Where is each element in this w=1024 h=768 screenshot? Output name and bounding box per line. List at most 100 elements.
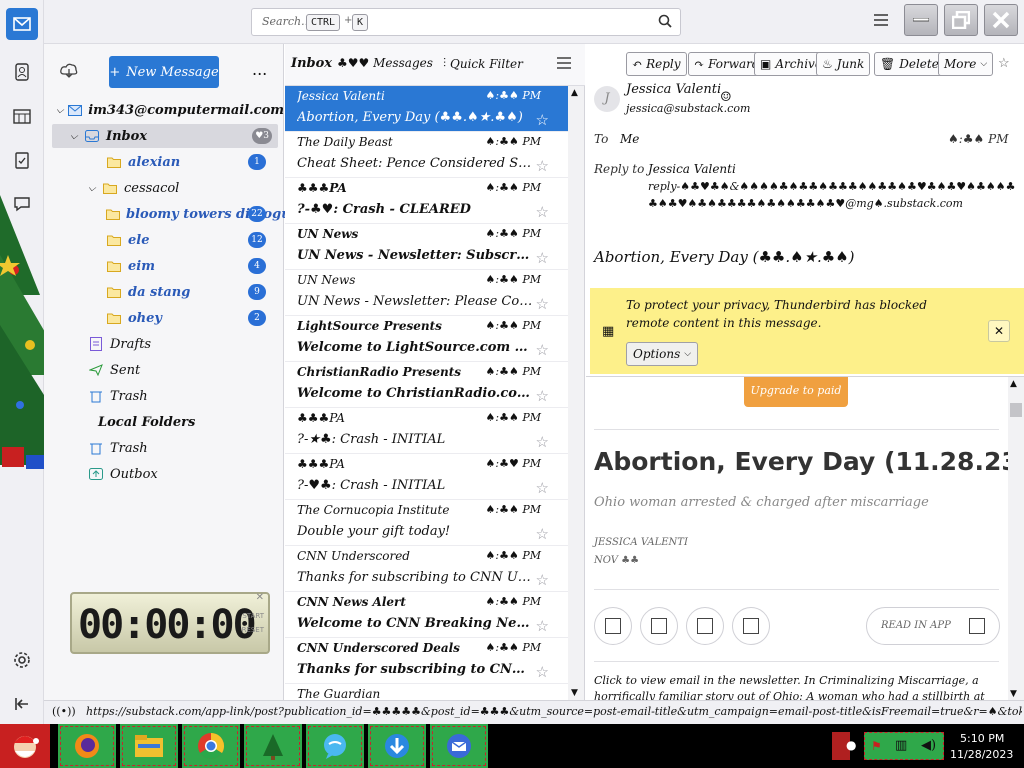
- search-box[interactable]: Search... CTRL + K: [251, 8, 681, 36]
- message-row[interactable]: CNN Underscored Deals ♠:♣♠ PM Thanks for s…: [285, 638, 569, 684]
- message-row[interactable]: LightSource Presents ♠:♣♠ PM Welcome to Li…: [285, 316, 569, 362]
- divider: [594, 661, 999, 662]
- scroll-up-icon[interactable]: ▲: [571, 88, 578, 98]
- message-row[interactable]: ♣♣♣PA ♠:♣♠ PM ?-★♣: Crash - INITIAL ☆: [285, 408, 569, 454]
- timer-start-button[interactable]: START: [242, 612, 264, 620]
- star-icon[interactable]: ☆: [536, 157, 549, 175]
- subfolder-row[interactable]: bloomy towers dialogu... 22: [106, 202, 304, 226]
- quick-filter-button[interactable]: ⫶ Quick Filter: [443, 56, 523, 71]
- like-button[interactable]: [594, 607, 632, 645]
- star-icon[interactable]: ☆: [536, 249, 549, 267]
- star-icon[interactable]: ☆: [536, 617, 549, 635]
- tray-alert-icon[interactable]: ⚑: [871, 739, 882, 753]
- restack-button[interactable]: [686, 607, 724, 645]
- start-button[interactable]: [0, 724, 50, 768]
- volume-icon[interactable]: ◀): [921, 738, 936, 753]
- get-messages-icon[interactable]: [60, 62, 78, 82]
- folder-inbox[interactable]: ⌵ Inbox ♥3: [52, 124, 278, 148]
- taskbar-thunderbird[interactable]: [430, 724, 488, 768]
- new-message-button[interactable]: + New Message: [109, 56, 219, 88]
- mail-space-icon[interactable]: [6, 8, 38, 40]
- star-icon[interactable]: ☆: [536, 341, 549, 359]
- chevron-down-icon: ⌵: [684, 349, 692, 359]
- author-name[interactable]: JESSICA VALENTI: [594, 537, 688, 548]
- star-icon[interactable]: ☆: [536, 479, 549, 497]
- message-row[interactable]: ♣♣♣PA ♠:♣♠ PM ?-♣♥: Crash - CLEARED ☆: [285, 178, 569, 224]
- tasks-icon[interactable]: [6, 144, 38, 176]
- more-button[interactable]: More ⌵: [938, 52, 994, 76]
- taskbar-chat[interactable]: [306, 724, 364, 768]
- share-button[interactable]: [732, 607, 770, 645]
- reader-scrollbar[interactable]: ▲ ▼: [1008, 377, 1024, 700]
- junk-button[interactable]: ♨ Junk: [816, 52, 871, 76]
- clock-time[interactable]: 5:10 PM: [960, 732, 1004, 745]
- subfolder-row[interactable]: da stang 9: [106, 280, 278, 304]
- kbd-ctrl: CTRL: [306, 14, 341, 31]
- delete-button[interactable]: 🗑 Delete: [874, 52, 945, 76]
- star-icon[interactable]: ☆: [536, 525, 549, 543]
- network-icon[interactable]: ▥: [895, 738, 907, 753]
- upgrade-button[interactable]: Upgrade to paid: [744, 377, 848, 407]
- close-window-button[interactable]: [984, 4, 1018, 36]
- taskbar-file-explorer[interactable]: [120, 724, 178, 768]
- app-menu-icon[interactable]: [874, 14, 888, 30]
- subfolder-row[interactable]: ohey 2: [106, 306, 278, 330]
- message-row[interactable]: UN News ♠:♣♠ PM UN News - Newsletter: Plea…: [285, 270, 569, 316]
- star-icon[interactable]: ☆: [536, 663, 549, 681]
- message-list-scrollbar[interactable]: ▲ ▼: [568, 86, 584, 700]
- scroll-down-icon[interactable]: ▼: [1010, 689, 1017, 699]
- settings-gear-icon[interactable]: [6, 644, 38, 676]
- scroll-up-icon[interactable]: ▲: [1010, 379, 1017, 389]
- contact-icon[interactable]: ☺: [720, 90, 732, 105]
- taskbar-christmas-tree[interactable]: [244, 724, 302, 768]
- star-icon[interactable]: ☆: [536, 433, 549, 451]
- folder-local-trash[interactable]: Trash: [88, 436, 148, 460]
- folder-pane-more-button[interactable]: ...: [252, 60, 267, 79]
- star-icon[interactable]: ☆: [536, 571, 549, 589]
- subfolder-row[interactable]: alexian 1: [106, 150, 278, 174]
- address-book-icon[interactable]: [6, 56, 38, 88]
- star-icon[interactable]: ☆: [536, 295, 549, 313]
- star-icon[interactable]: ☆: [998, 56, 1010, 71]
- taskbar-downloader[interactable]: [368, 724, 426, 768]
- message-row[interactable]: CNN Underscored ♠:♣♠ PM Thanks for subscri…: [285, 546, 569, 592]
- scroll-thumb[interactable]: [1010, 403, 1022, 417]
- restore-button[interactable]: [944, 4, 978, 36]
- close-notice-icon[interactable]: ✕: [988, 320, 1010, 342]
- reply-button[interactable]: ↶ Reply: [626, 52, 687, 76]
- message-row[interactable]: The Daily Beast ♠:♣♠ PM Cheat Sheet: Pence…: [285, 132, 569, 178]
- message-row[interactable]: UN News ♠:♣♠ PM UN News - Newsletter: Subs…: [285, 224, 569, 270]
- subfolder-row[interactable]: ele 12: [106, 228, 278, 252]
- folder-sent[interactable]: Sent: [88, 358, 140, 382]
- search-icon[interactable]: [658, 14, 672, 32]
- list-display-options-icon[interactable]: [557, 56, 571, 74]
- article-title[interactable]: Abortion, Every Day (11.28.23): [594, 447, 1024, 476]
- account-row[interactable]: ⌵ im343@computermail.com: [56, 98, 284, 122]
- message-row[interactable]: CNN News Alert ♠:♣♠ PM Welcome to CNN Brea…: [285, 592, 569, 638]
- timer-reset-button[interactable]: RESET: [242, 626, 264, 634]
- star-icon[interactable]: ☆: [536, 387, 549, 405]
- minimize-button[interactable]: [904, 4, 938, 36]
- scroll-down-icon[interactable]: ▼: [571, 688, 578, 698]
- folder-outbox[interactable]: Outbox: [88, 462, 158, 486]
- calendar-icon[interactable]: [6, 100, 38, 132]
- star-icon[interactable]: ☆: [536, 111, 549, 129]
- taskbar-firefox[interactable]: [58, 724, 116, 768]
- read-in-app-button[interactable]: READ IN APP: [866, 607, 1000, 645]
- subfolder-row[interactable]: eim 4: [106, 254, 278, 278]
- local-folders-row[interactable]: Local Folders: [98, 410, 195, 434]
- message-row[interactable]: Jessica Valenti ♠:♣♠ PM Abortion, Every Da…: [285, 86, 569, 132]
- timer-close-icon[interactable]: ✕: [256, 592, 264, 603]
- taskbar-chrome[interactable]: [182, 724, 240, 768]
- folder-trash[interactable]: Trash: [88, 384, 148, 408]
- comment-button[interactable]: [640, 607, 678, 645]
- subfolder-row[interactable]: ⌵ cessacol: [88, 176, 278, 200]
- message-row[interactable]: ChristianRadio Presents ♠:♣♠ PM Welcome to…: [285, 362, 569, 408]
- message-row[interactable]: The Cornucopia Institute ♠:♣♠ PM Double yo…: [285, 500, 569, 546]
- clock-date[interactable]: 11/28/2023: [950, 748, 1013, 761]
- options-button[interactable]: Options ⌵: [626, 342, 699, 366]
- folder-drafts[interactable]: Drafts: [88, 332, 151, 356]
- star-icon[interactable]: ☆: [536, 203, 549, 221]
- message-row[interactable]: ♣♣♣PA ♠:♣♥ PM ?-♥♣: Crash - INITIAL ☆: [285, 454, 569, 500]
- collapse-spaces-icon[interactable]: [6, 688, 38, 720]
